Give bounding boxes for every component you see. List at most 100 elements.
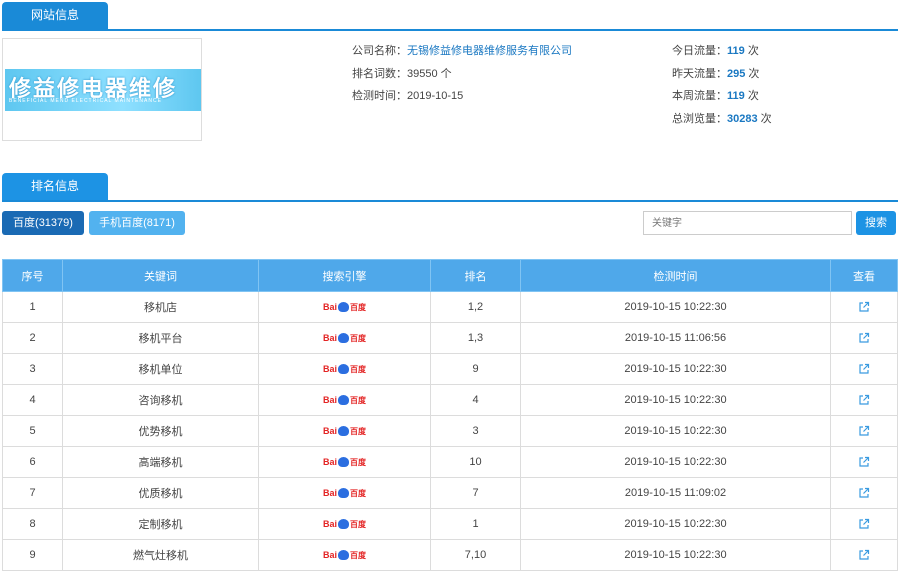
row-rank: 1: [430, 508, 521, 540]
row-rank: 4: [430, 384, 521, 416]
tab-rank-info[interactable]: 排名信息: [2, 173, 108, 200]
baidu-filter-button[interactable]: 百度(31379): [2, 211, 84, 235]
check-date-info: 检测时间：2019-10-15: [352, 90, 464, 102]
logo-subtext: BENEFICIAL MEND ELECTRICAL MAINTENANCE: [9, 98, 162, 104]
table-row: 1 移机店 Bai 百度 1,2 2019-10-15 10:22:30: [2, 291, 898, 323]
row-engine: Bai 百度: [258, 477, 431, 509]
external-link-icon[interactable]: [858, 363, 870, 375]
row-engine: Bai 百度: [258, 539, 431, 571]
header-rank: 排名: [430, 259, 521, 292]
table-row: 5 优势移机 Bai 百度 3 2019-10-15 10:22:30: [2, 415, 898, 447]
row-no: 4: [2, 384, 63, 416]
row-keyword: 移机店: [62, 291, 259, 323]
row-no: 2: [2, 322, 63, 354]
baidu-logo-icon: Bai 百度: [322, 487, 366, 499]
table-row: 7 优质移机 Bai 百度 7 2019-10-15 11:09:02: [2, 477, 898, 509]
tab-site-info[interactable]: 网站信息: [2, 2, 108, 29]
row-no: 6: [2, 446, 63, 478]
row-view: [830, 477, 898, 509]
table-row: 6 高端移机 Bai 百度 10 2019-10-15 10:22:30: [2, 446, 898, 478]
external-link-icon[interactable]: [858, 456, 870, 468]
table-row: 3 移机单位 Bai 百度 9 2019-10-15 10:22:30: [2, 353, 898, 385]
header-view: 查看: [830, 259, 898, 292]
row-no: 9: [2, 539, 63, 571]
row-view: [830, 384, 898, 416]
row-check-time: 2019-10-15 11:09:02: [520, 477, 831, 509]
baidu-logo-icon: Bai 百度: [322, 518, 366, 530]
keyword-search-input[interactable]: [643, 211, 852, 235]
yesterday-traffic: 昨天流量：295 次: [672, 68, 760, 80]
row-engine: Bai 百度: [258, 384, 431, 416]
baidu-logo-icon: Bai 百度: [322, 332, 366, 344]
baidu-logo-icon: Bai 百度: [322, 394, 366, 406]
row-check-time: 2019-10-15 10:22:30: [520, 415, 831, 447]
row-no: 3: [2, 353, 63, 385]
mobile-baidu-filter-button[interactable]: 手机百度(8171): [89, 211, 185, 235]
ranked-words-info: 排名词数：39550 个: [352, 68, 452, 80]
row-rank: 1,2: [430, 291, 521, 323]
baidu-logo-icon: Bai 百度: [322, 363, 366, 375]
row-keyword: 优势移机: [62, 415, 259, 447]
row-check-time: 2019-10-15 10:22:30: [520, 508, 831, 540]
search-button[interactable]: 搜索: [856, 211, 896, 235]
row-view: [830, 508, 898, 540]
table-row: 2 移机平台 Bai 百度 1,3 2019-10-15 11:06:56: [2, 322, 898, 354]
row-view: [830, 539, 898, 571]
row-rank: 7,10: [430, 539, 521, 571]
row-engine: Bai 百度: [258, 415, 431, 447]
site-logo: 修益修电器维修 BENEFICIAL MEND ELECTRICAL MAINT…: [2, 38, 202, 141]
row-check-time: 2019-10-15 10:22:30: [520, 446, 831, 478]
row-engine: Bai 百度: [258, 322, 431, 354]
row-no: 7: [2, 477, 63, 509]
header-keyword: 关键词: [62, 259, 259, 292]
row-keyword: 移机平台: [62, 322, 259, 354]
company-name-link[interactable]: 无锡修益修电器维修服务有限公司: [407, 45, 572, 57]
row-check-time: 2019-10-15 11:06:56: [520, 322, 831, 354]
row-rank: 10: [430, 446, 521, 478]
total-views: 总浏览量：30283 次: [672, 113, 772, 125]
external-link-icon[interactable]: [858, 487, 870, 499]
row-keyword: 咨询移机: [62, 384, 259, 416]
row-view: [830, 415, 898, 447]
table-row: 9 燃气灶移机 Bai 百度 7,10 2019-10-15 10:22:30: [2, 539, 898, 571]
table-row: 8 定制移机 Bai 百度 1 2019-10-15 10:22:30: [2, 508, 898, 540]
row-view: [830, 353, 898, 385]
external-link-icon[interactable]: [858, 332, 870, 344]
header-no: 序号: [2, 259, 63, 292]
company-info: 公司名称：无锡修益修电器维修服务有限公司: [352, 45, 572, 57]
row-keyword: 定制移机: [62, 508, 259, 540]
today-traffic: 今日流量：119 次: [672, 45, 759, 57]
row-check-time: 2019-10-15 10:22:30: [520, 353, 831, 385]
row-view: [830, 291, 898, 323]
baidu-logo-icon: Bai 百度: [322, 425, 366, 437]
row-rank: 1,3: [430, 322, 521, 354]
row-no: 5: [2, 415, 63, 447]
row-engine: Bai 百度: [258, 353, 431, 385]
rank-info-header: 排名信息: [2, 173, 898, 202]
row-keyword: 优质移机: [62, 477, 259, 509]
table-row: 4 咨询移机 Bai 百度 4 2019-10-15 10:22:30: [2, 384, 898, 416]
external-link-icon[interactable]: [858, 301, 870, 313]
row-engine: Bai 百度: [258, 446, 431, 478]
external-link-icon[interactable]: [858, 394, 870, 406]
row-rank: 7: [430, 477, 521, 509]
row-engine: Bai 百度: [258, 291, 431, 323]
baidu-logo-icon: Bai 百度: [322, 456, 366, 468]
rank-table: 序号 关键词 搜索引擎 排名 检测时间 查看 1 移机店 Bai 百度 1,2 2019-…: [2, 259, 898, 571]
site-info-header: 网站信息: [2, 2, 898, 31]
table-header-row: 序号 关键词 搜索引擎 排名 检测时间 查看: [2, 259, 898, 292]
row-rank: 3: [430, 415, 521, 447]
row-view: [830, 322, 898, 354]
week-traffic: 本周流量：119 次: [672, 90, 759, 102]
row-no: 1: [2, 291, 63, 323]
row-keyword: 燃气灶移机: [62, 539, 259, 571]
row-engine: Bai 百度: [258, 508, 431, 540]
external-link-icon[interactable]: [858, 425, 870, 437]
baidu-logo-icon: Bai 百度: [322, 301, 366, 313]
external-link-icon[interactable]: [858, 518, 870, 530]
header-check-time: 检测时间: [520, 259, 831, 292]
row-no: 8: [2, 508, 63, 540]
row-rank: 9: [430, 353, 521, 385]
external-link-icon[interactable]: [858, 549, 870, 561]
row-check-time: 2019-10-15 10:22:30: [520, 539, 831, 571]
